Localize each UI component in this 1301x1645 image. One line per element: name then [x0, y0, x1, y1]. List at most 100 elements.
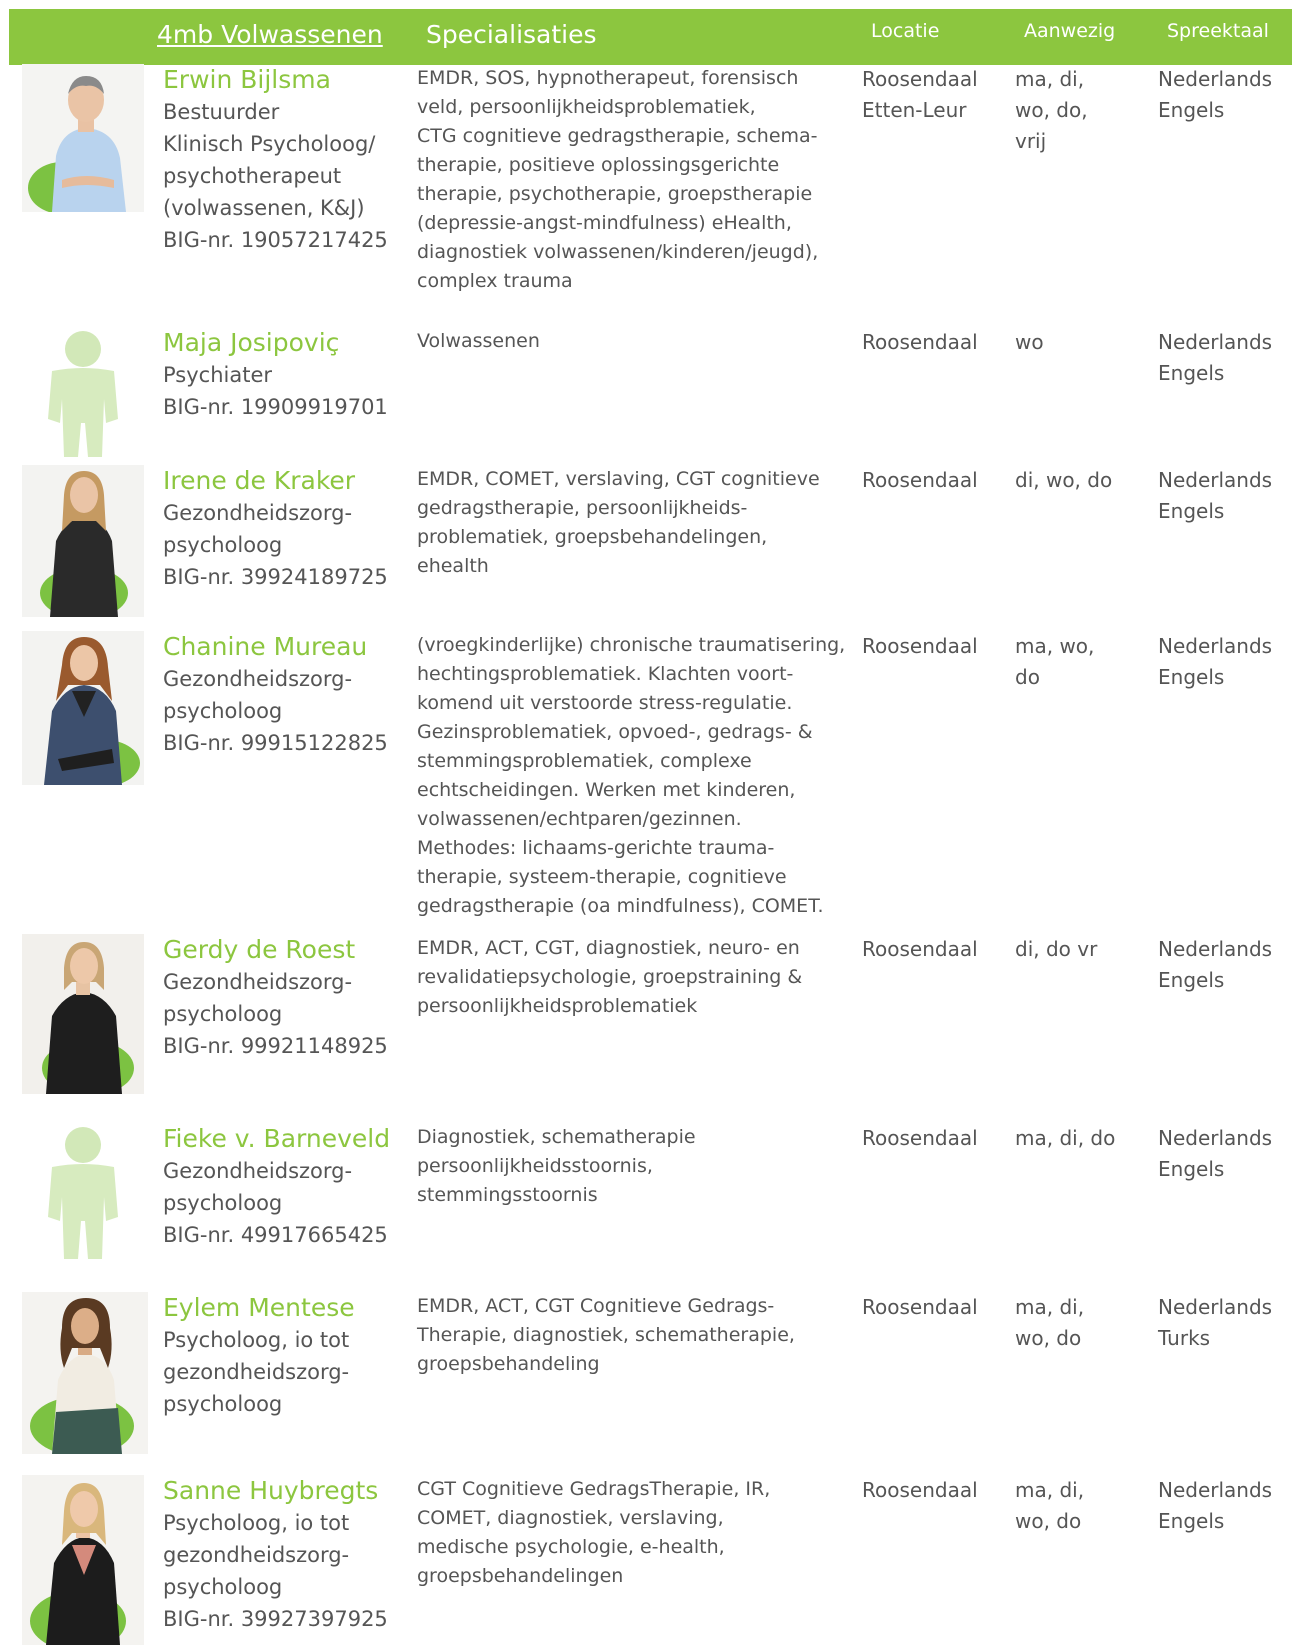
person-photo: [22, 64, 144, 212]
aanwezig-value: ma, di,: [1015, 67, 1085, 91]
person-role: Gezondheidszorg-: [163, 501, 353, 525]
locatie-cell: Roosendaal: [862, 465, 978, 496]
spec-line: Gezinsproblematiek, opvoed-, gedrags- &: [417, 721, 813, 743]
spec-line: CTG cognitieve gedragstherapie, schema-: [417, 125, 818, 147]
spreektaal-cell: Nederlands Engels: [1158, 1123, 1272, 1185]
locatie-cell: Roosendaal: [862, 1292, 978, 1323]
aanwezig-cell: di, do vr: [1015, 934, 1097, 965]
taal-value: Turks: [1158, 1326, 1211, 1350]
column-header-spreektaal: Spreektaal: [1167, 20, 1269, 42]
spreektaal-cell: Nederlands Engels: [1158, 631, 1272, 693]
person-name[interactable]: Gerdy de Roest: [163, 934, 413, 966]
aanwezig-value: ma, wo,: [1015, 634, 1095, 658]
spec-line: Methodes: lichaams-gerichte trauma-: [417, 837, 775, 859]
spec-line: EMDR, SOS, hypnotherapeut, forensisch: [417, 67, 799, 89]
aanwezig-cell: ma, di, wo, do: [1015, 1475, 1084, 1537]
spec-line: diagnostiek volwassenen/kinderen/jeugd),: [417, 241, 819, 263]
locatie-value: Roosendaal: [862, 937, 978, 961]
specialisaties-cell: EMDR, ACT, CGT, diagnostiek, neuro- en r…: [417, 934, 857, 1021]
person-name[interactable]: Irene de Kraker: [163, 465, 413, 497]
locatie-value: Roosendaal: [862, 1478, 978, 1502]
table-header: 4mb Volwassenen Specialisaties Locatie A…: [9, 9, 1292, 65]
big-number: BIG-nr. 39927397925: [163, 1607, 388, 1631]
aanwezig-value: di, wo, do: [1015, 468, 1113, 492]
taal-value: Nederlands: [1158, 330, 1273, 354]
person-name[interactable]: Eylem Mentese: [163, 1292, 413, 1324]
person-name[interactable]: Maja Josipoviç: [163, 327, 413, 359]
taal-value: Engels: [1158, 665, 1225, 689]
big-number: BIG-nr. 99921148925: [163, 1034, 388, 1058]
spec-line: ehealth: [417, 555, 489, 577]
spec-line: EMDR, COMET, verslaving, CGT cognitieve: [417, 468, 820, 490]
person-placeholder-silhouette: [22, 327, 144, 457]
spreektaal-cell: Nederlands Engels: [1158, 934, 1272, 996]
spec-line: complex trauma: [417, 270, 573, 292]
spec-line: revalidatiepsychologie, groepstraining &: [417, 966, 803, 988]
person-role: psycholoog: [163, 1575, 283, 1599]
person-photo: [22, 1475, 144, 1645]
taal-value: Engels: [1158, 98, 1225, 122]
person-role: Psycholoog, io tot: [163, 1328, 350, 1352]
spec-line: (depressie-angst-mindfulness) eHealth,: [417, 212, 792, 234]
person-photo: [22, 1292, 148, 1454]
aanwezig-value: ma, di,: [1015, 1295, 1085, 1319]
specialisaties-cell: CGT Cognitieve GedragsTherapie, IR, COME…: [417, 1475, 857, 1591]
taal-value: Engels: [1158, 1157, 1225, 1181]
aanwezig-value: do: [1015, 665, 1040, 689]
column-header-locatie: Locatie: [871, 20, 940, 42]
person-name[interactable]: Chanine Mureau: [163, 631, 413, 663]
taal-value: Nederlands: [1158, 1295, 1273, 1319]
spec-line: Volwassenen: [417, 330, 540, 352]
spec-line: gedragstherapie, persoonlijkheids-: [417, 497, 748, 519]
locatie-cell: Roosendaal: [862, 327, 978, 358]
person-name[interactable]: Fieke v. Barneveld: [163, 1123, 413, 1155]
taal-value: Engels: [1158, 499, 1225, 523]
locatie-cell: Roosendaal: [862, 1475, 978, 1506]
specialisaties-cell: (vroegkinderlijke) chronische traumatise…: [417, 631, 857, 921]
taal-value: Engels: [1158, 968, 1225, 992]
spec-line: Therapie, diagnostiek, schematherapie,: [417, 1324, 795, 1346]
aanwezig-value: wo, do,: [1015, 98, 1088, 122]
person-role: Gezondheidszorg-: [163, 667, 353, 691]
section-title-link[interactable]: 4mb Volwassenen: [157, 20, 383, 49]
aanwezig-value: vrij: [1015, 129, 1047, 153]
big-number: BIG-nr. 19909919701: [163, 395, 388, 419]
person-role: Gezondheidszorg-: [163, 970, 353, 994]
taal-value: Engels: [1158, 361, 1225, 385]
spec-line: komend uit verstoorde stress-regulatie.: [417, 692, 793, 714]
spec-line: Diagnostiek, schematherapie: [417, 1126, 696, 1148]
locatie-value: Roosendaal: [862, 1126, 978, 1150]
taal-value: Nederlands: [1158, 67, 1273, 91]
aanwezig-cell: ma, di, wo, do, vrij: [1015, 64, 1088, 157]
spec-line: therapie, positieve oplossingsgerichte: [417, 154, 780, 176]
locatie-value: Roosendaal: [862, 330, 978, 354]
spec-line: persoonlijkheidsproblematiek: [417, 995, 698, 1017]
person-role: (volwassenen, K&J): [163, 196, 365, 220]
locatie-cell: Roosendaal: [862, 1123, 978, 1154]
person-name[interactable]: Sanne Huybregts: [163, 1475, 413, 1507]
taal-value: Nederlands: [1158, 1478, 1273, 1502]
person-photo: [22, 465, 144, 617]
spec-line: COMET, diagnostiek, verslaving,: [417, 1507, 724, 1529]
specialisaties-cell: EMDR, COMET, verslaving, CGT cognitieve …: [417, 465, 857, 581]
person-role: psycholoog: [163, 1191, 283, 1215]
aanwezig-cell: ma, di, wo, do: [1015, 1292, 1084, 1354]
spec-line: stemmingsstoornis: [417, 1184, 598, 1206]
aanwezig-value: wo: [1015, 330, 1044, 354]
person-role: gezondheidszorg-: [163, 1543, 350, 1567]
locatie-value: Roosendaal: [862, 468, 978, 492]
spec-line: hechtingsproblematiek. Klachten voort-: [417, 663, 794, 685]
specialisaties-cell: EMDR, SOS, hypnotherapeut, forensisch ve…: [417, 64, 857, 296]
locatie-value: Etten-Leur: [862, 98, 967, 122]
aanwezig-cell: ma, di, do: [1015, 1123, 1115, 1154]
specialisaties-cell: EMDR, ACT, CGT Cognitieve Gedrags- Thera…: [417, 1292, 857, 1379]
big-number: BIG-nr. 19057217425: [163, 228, 388, 252]
spec-line: stemmingsproblematiek, complexe: [417, 750, 752, 772]
locatie-value: Roosendaal: [862, 1295, 978, 1319]
spec-line: persoonlijkheidsstoornis,: [417, 1155, 653, 1177]
aanwezig-cell: ma, wo, do: [1015, 631, 1094, 693]
person-role: psycholoog: [163, 1392, 283, 1416]
person-role: psychotherapeut: [163, 164, 342, 188]
aanwezig-value: di, do vr: [1015, 937, 1098, 961]
person-name[interactable]: Erwin Bijlsma: [163, 64, 413, 96]
